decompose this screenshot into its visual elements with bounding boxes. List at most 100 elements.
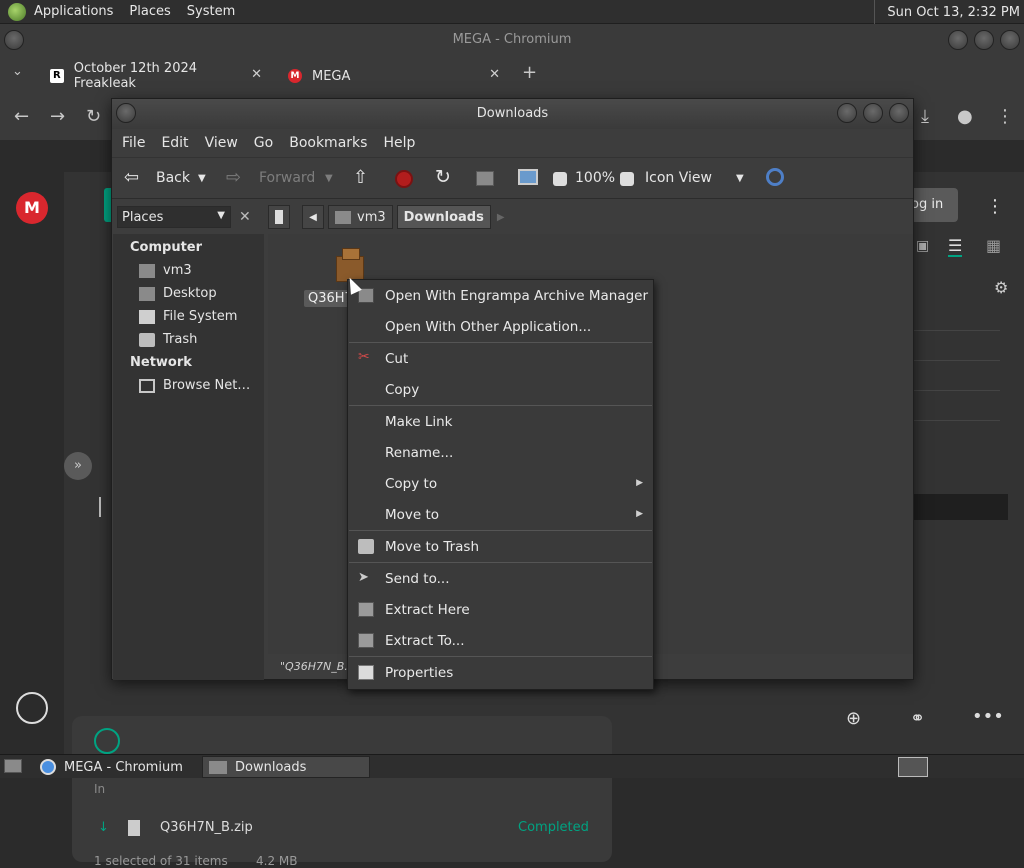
mega-menu-icon[interactable]: ⋮ — [986, 196, 1004, 217]
forward-arrow-icon[interactable]: → — [50, 106, 65, 127]
stop-icon[interactable] — [395, 170, 413, 188]
tab-label: MEGA — [312, 68, 351, 84]
applications-menu[interactable]: Applications — [26, 4, 121, 19]
window-menu-icon[interactable] — [116, 103, 136, 123]
sidebar-item-trash[interactable]: Trash — [113, 328, 264, 351]
zoom-in-icon[interactable] — [620, 172, 634, 186]
reload-icon[interactable]: ↻ — [435, 166, 451, 188]
maximize-button[interactable] — [863, 103, 883, 123]
more-options-icon[interactable]: ••• — [972, 706, 1004, 727]
menu-item-open-with-engrampa[interactable]: Open With Engrampa Archive Manager — [348, 280, 653, 311]
settings-gear-icon[interactable]: ⚙ — [994, 278, 1008, 297]
close-button[interactable] — [1000, 30, 1020, 50]
back-arrow-icon[interactable]: ← — [14, 106, 29, 127]
window-menu-icon[interactable] — [4, 30, 24, 50]
login-button[interactable]: Log in — [904, 188, 958, 222]
menu-item-rename[interactable]: Rename... — [348, 437, 653, 468]
zoom-level[interactable]: 100% — [575, 170, 615, 186]
sidebar-item-vm3[interactable]: vm3 — [113, 259, 264, 282]
path-button-downloads[interactable]: Downloads — [396, 205, 491, 229]
selected-row[interactable] — [910, 494, 1008, 520]
tab-search-icon[interactable]: ⌄ — [12, 64, 23, 79]
minimize-button[interactable] — [837, 103, 857, 123]
places-menu[interactable]: Places — [121, 4, 178, 19]
system-menu[interactable]: System — [179, 4, 243, 19]
collapse-panel-icon[interactable]: » — [64, 452, 92, 480]
mega-sidebar: M — [0, 140, 64, 754]
window-menu-button[interactable] — [4, 30, 24, 50]
list-view-icon[interactable]: ☰ — [948, 236, 963, 257]
close-tab-icon[interactable]: ✕ — [251, 67, 262, 82]
clock[interactable]: Sun Oct 13, 2:32 PM — [874, 0, 1024, 24]
new-tab-button[interactable]: + — [522, 62, 537, 83]
view-mode-chevron-icon[interactable]: ▼ — [736, 173, 744, 184]
transfer-filename: Q36H7N_B.zip — [160, 820, 253, 835]
close-button[interactable] — [889, 103, 909, 123]
menu-item-extract-to[interactable]: Extract To... — [348, 625, 653, 656]
menu-item-send-to[interactable]: ➤ Send to... — [348, 563, 653, 594]
tab-mega[interactable]: M MEGA ✕ — [278, 60, 508, 92]
menu-item-cut[interactable]: ✂ Cut — [348, 343, 653, 374]
mate-logo-icon[interactable] — [8, 2, 26, 21]
path-scroll-right-button[interactable]: ▶ — [497, 212, 505, 223]
menu-go[interactable]: Go — [246, 135, 281, 151]
thumbnail-view-icon[interactable]: ▣ — [916, 238, 929, 254]
desktop-folder-icon — [139, 286, 155, 301]
transfer-complete-icon — [94, 728, 120, 754]
back-history-chevron-icon[interactable]: ▼ — [198, 173, 206, 184]
up-arrow-icon[interactable]: ⇧ — [353, 167, 368, 188]
workspace-switcher[interactable] — [898, 757, 928, 777]
scissors-icon: ✂ — [358, 349, 370, 365]
taskbar-item-downloads[interactable]: Downloads — [202, 756, 370, 778]
path-scroll-left-button[interactable]: ◀ — [302, 205, 324, 229]
chrome-menu-icon[interactable]: ⋮ — [996, 106, 1014, 127]
sidebar-item-file-system[interactable]: File System — [113, 305, 264, 328]
menu-item-properties[interactable]: Properties — [348, 657, 653, 688]
extract-icon — [358, 633, 374, 648]
menu-item-copy[interactable]: Copy — [348, 374, 653, 405]
profile-icon[interactable]: ● — [957, 106, 973, 127]
menu-view[interactable]: View — [197, 135, 246, 151]
menu-item-move-to[interactable]: Move to ▶ — [348, 499, 653, 530]
tab-freakleak[interactable]: R October 12th 2024 Freakleak ✕ — [40, 60, 270, 92]
location-toggle-button[interactable] — [268, 205, 290, 229]
menu-edit[interactable]: Edit — [153, 135, 196, 151]
computer-icon[interactable] — [518, 169, 538, 185]
menu-item-make-link[interactable]: Make Link — [348, 406, 653, 437]
mega-sync-icon[interactable] — [16, 692, 48, 724]
caja-window-menu[interactable] — [116, 103, 136, 123]
menu-item-move-to-trash[interactable]: Move to Trash — [348, 531, 653, 562]
view-mode-select[interactable]: Icon View — [645, 170, 712, 186]
back-arrow-icon[interactable]: ⇦ — [124, 167, 139, 188]
path-button-vm3[interactable]: vm3 — [328, 205, 393, 229]
show-desktop-icon[interactable] — [4, 759, 22, 773]
menu-item-extract-here[interactable]: Extract Here — [348, 594, 653, 625]
menu-file[interactable]: File — [114, 135, 153, 151]
reload-icon[interactable]: ↻ — [86, 106, 101, 127]
close-tab-icon[interactable]: ✕ — [489, 67, 500, 82]
extract-icon — [358, 602, 374, 617]
menu-item-copy-to[interactable]: Copy to ▶ — [348, 468, 653, 499]
zoom-out-icon[interactable] — [553, 172, 567, 186]
search-icon[interactable] — [766, 168, 784, 186]
trash-icon — [139, 332, 155, 347]
menu-item-open-with-other[interactable]: Open With Other Application... — [348, 311, 653, 342]
downloads-icon[interactable]: ⤓ — [921, 106, 929, 127]
minimize-button[interactable] — [948, 30, 968, 50]
back-button[interactable]: Back — [156, 170, 190, 186]
grid-view-icon[interactable]: ▦ — [986, 236, 1001, 255]
home-folder-icon[interactable] — [476, 171, 494, 186]
taskbar-item-chromium[interactable]: MEGA - Chromium — [34, 756, 200, 778]
link-icon[interactable]: ⚭ — [910, 708, 925, 729]
menu-bookmarks[interactable]: Bookmarks — [281, 135, 375, 151]
mega-logo-icon[interactable]: M — [16, 192, 48, 224]
close-sidebar-icon[interactable]: ✕ — [239, 209, 251, 225]
zip-file-icon — [128, 820, 140, 836]
sidebar-item-desktop[interactable]: Desktop — [113, 282, 264, 305]
sidebar-selector[interactable]: Places ▼ — [117, 206, 231, 228]
caja-window-title: Downloads — [476, 106, 549, 121]
download-circle-icon[interactable]: ⊕ — [846, 708, 861, 729]
sidebar-item-browse-network[interactable]: Browse Net… — [113, 374, 264, 397]
maximize-button[interactable] — [974, 30, 994, 50]
menu-help[interactable]: Help — [375, 135, 423, 151]
